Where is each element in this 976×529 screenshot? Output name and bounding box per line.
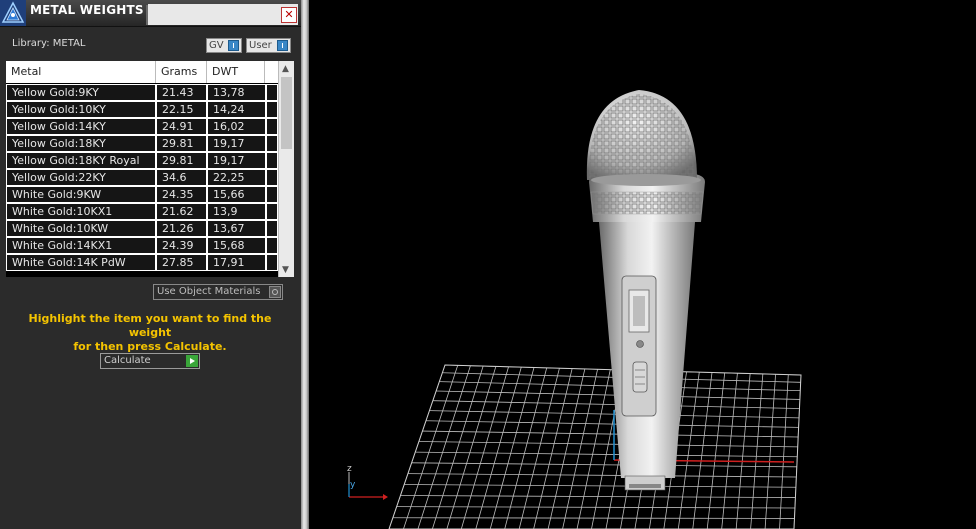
grams-cell: 27.85 [157,255,206,270]
blank-cell [267,119,277,134]
blank-cell [267,204,277,219]
blank-cell [267,255,277,270]
metal-cell: White Gold:9KW [7,187,155,202]
instruction-text: Highlight the item you want to find the … [10,312,290,354]
column-header-metal[interactable]: Metal [6,61,156,83]
microphone-model [586,90,705,491]
blank-cell [267,85,277,100]
z-axis-label: z [347,464,352,474]
dwt-cell: 16,02 [208,119,265,134]
metal-cell: Yellow Gold:18KY [7,136,155,151]
dwt-cell: 13,9 [208,204,265,219]
table-row[interactable]: White Gold:14KX1 24.39 15,68 [6,237,278,254]
blank-cell [267,221,277,236]
table-row[interactable]: Yellow Gold:10KY 22.15 14,24 [6,101,278,118]
user-label: User [249,40,272,51]
close-icon[interactable]: ✕ [281,7,297,23]
dwt-cell: 19,17 [208,153,265,168]
dwt-cell: 19,17 [208,136,265,151]
grams-cell: 21.43 [157,85,206,100]
grams-cell: 21.62 [157,204,206,219]
radio-icon [269,286,281,298]
instruction-line-1: Highlight the item you want to find the … [28,312,272,339]
blank-cell [267,102,277,117]
use-object-materials-label: Use Object Materials [157,286,261,297]
metal-weights-panel: METAL WEIGHTS ✕ Library: METAL GV User M… [0,0,301,529]
user-toggle-button[interactable]: User [246,38,291,53]
pyramid-logo-icon [0,0,26,26]
title-bar: METAL WEIGHTS ✕ [0,0,301,27]
table-row[interactable]: Yellow Gold:9KY 21.43 13,78 [6,84,278,101]
column-header-grams[interactable]: Grams [156,61,207,83]
gv-label: GV [209,40,224,51]
dwt-cell: 13,67 [208,221,265,236]
blank-cell [267,136,277,151]
floor-grid-border [388,364,802,529]
table-row[interactable]: White Gold:9KW 24.35 15,66 [6,186,278,203]
dwt-cell: 22,25 [208,170,265,185]
metal-cell: Yellow Gold:22KY [7,170,155,185]
blank-cell [267,153,277,168]
viewport-scene [348,90,802,529]
table-row[interactable]: Yellow Gold:18KY 29.81 19,17 [6,135,278,152]
column-header-dwt[interactable]: DWT [207,61,265,83]
metal-cell: Yellow Gold:10KY [7,102,155,117]
table-row[interactable]: Yellow Gold:18KY Royal 29.81 19,17 [6,152,278,169]
grams-cell: 29.81 [157,153,206,168]
table-row[interactable]: White Gold:10KX1 21.62 13,9 [6,203,278,220]
floor-grid [389,365,801,529]
window-title: METAL WEIGHTS [30,3,144,17]
metal-table: Metal Grams DWT Yellow Gold:9KY 21.43 13,7… [6,61,294,277]
calculate-button[interactable]: Calculate [100,353,200,369]
table-header: Metal Grams DWT [6,61,278,83]
blank-cell [267,238,277,253]
dwt-cell: 15,68 [208,238,265,253]
grams-cell: 21.26 [157,221,206,236]
library-label: Library: METAL [12,38,86,49]
metal-cell: White Gold:10KX1 [7,204,155,219]
grams-cell: 24.91 [157,119,206,134]
blank-cell [267,187,277,202]
arrow-up-icon[interactable]: ▲ [282,64,289,74]
grams-cell: 34.6 [157,170,206,185]
metal-cell: White Gold:14K PdW [7,255,155,270]
table-row[interactable]: White Gold:10KW 21.26 13,67 [6,220,278,237]
gv-toggle-button[interactable]: GV [206,38,242,53]
use-object-materials-toggle[interactable]: Use Object Materials [153,284,283,300]
table-row[interactable]: Yellow Gold:14KY 24.91 16,02 [6,118,278,135]
dwt-cell: 17,91 [208,255,265,270]
toggle-icon [228,40,239,51]
dwt-cell: 13,78 [208,85,265,100]
dwt-cell: 14,24 [208,102,265,117]
table-body: Yellow Gold:9KY 21.43 13,78 Yellow Gold:10K… [6,84,278,271]
scrollbar-thumb[interactable] [281,77,292,149]
blank-cell [267,170,277,185]
table-row[interactable]: Yellow Gold:22KY 34.6 22,25 [6,169,278,186]
grams-cell: 24.35 [157,187,206,202]
panel-splitter[interactable] [301,0,309,529]
title-bar-spacer [148,4,298,25]
metal-cell: Yellow Gold:14KY [7,119,155,134]
toggle-icon [277,40,288,51]
grams-cell: 24.39 [157,238,206,253]
metal-cell: Yellow Gold:18KY Royal [7,153,155,168]
calculate-label: Calculate [104,355,151,366]
table-row[interactable]: White Gold:14K PdW 27.85 17,91 [6,254,278,271]
dwt-cell: 15,66 [208,187,265,202]
metal-cell: White Gold:14KX1 [7,238,155,253]
y-axis-label: y [350,480,356,490]
grams-cell: 29.81 [157,136,206,151]
column-header-blank [265,61,278,83]
metal-cell: White Gold:10KW [7,221,155,236]
3d-viewport[interactable]: z y [309,0,976,529]
grams-cell: 22.15 [157,102,206,117]
play-arrow-icon [186,355,198,367]
metal-cell: Yellow Gold:9KY [7,85,155,100]
arrow-down-icon[interactable]: ▼ [282,265,289,275]
instruction-line-2: for then press Calculate. [73,340,227,353]
table-scrollbar[interactable]: ▲ ▼ [278,61,294,277]
